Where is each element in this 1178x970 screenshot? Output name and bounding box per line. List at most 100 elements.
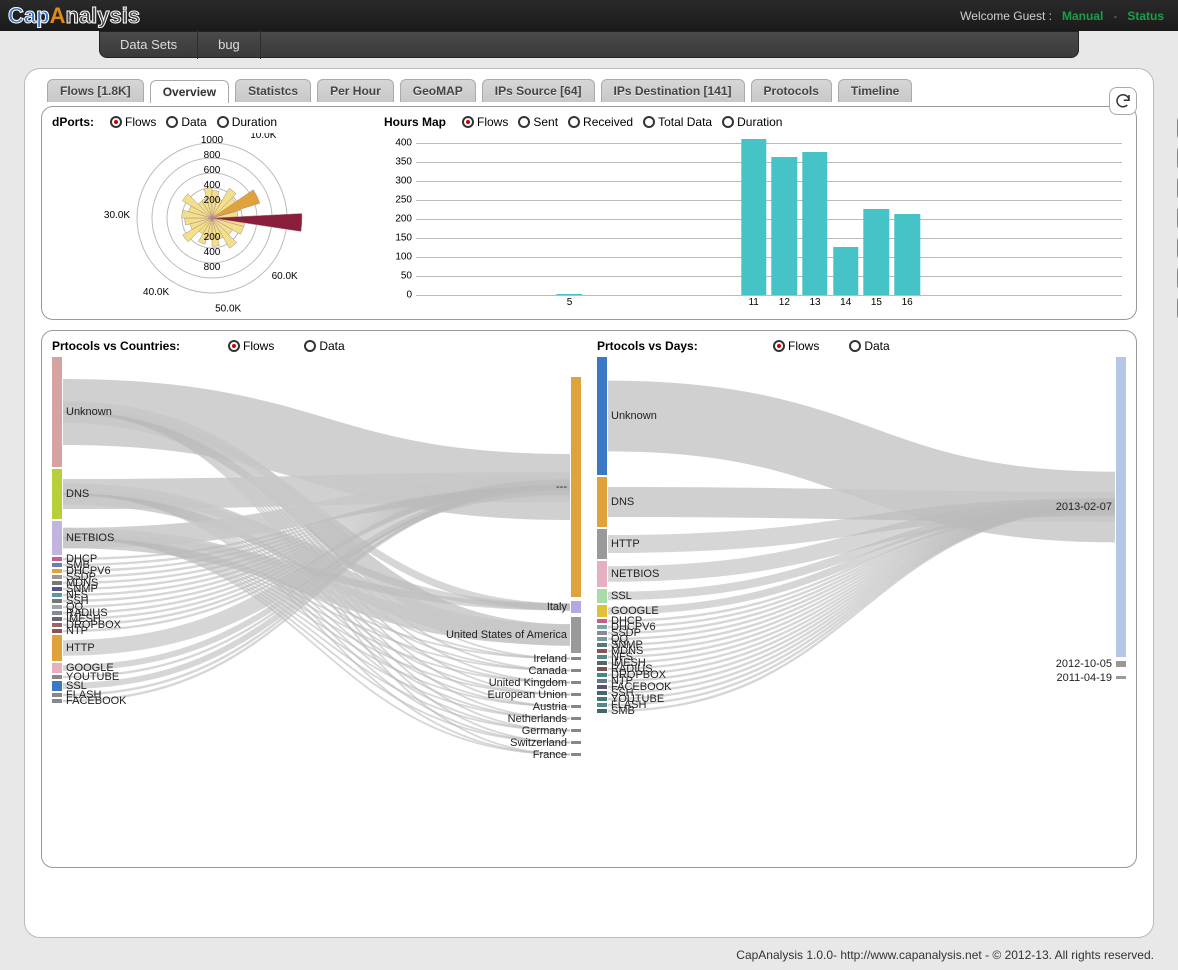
manual-link[interactable]: Manual xyxy=(1062,9,1103,23)
sankey-node[interactable] xyxy=(597,605,607,617)
sankey-node[interactable] xyxy=(571,601,581,613)
refresh-icon xyxy=(1114,92,1132,110)
sankey-node[interactable] xyxy=(597,643,607,647)
sankey-node[interactable] xyxy=(52,617,62,621)
sankey-node[interactable] xyxy=(597,619,607,623)
svg-text:200: 200 xyxy=(204,195,221,206)
sankey-node[interactable] xyxy=(52,569,62,573)
dports-chart: 200400600800100020040080010.0K20.0K30.0K… xyxy=(52,133,372,313)
sankey-node[interactable] xyxy=(52,593,62,597)
sankey-left-opt-flows[interactable]: Flows xyxy=(228,339,274,353)
tab-timeline[interactable]: Timeline xyxy=(838,79,912,102)
hours-bar xyxy=(864,209,889,295)
sankey-node[interactable] xyxy=(52,521,62,555)
dports-opt-data[interactable]: Data xyxy=(166,115,206,129)
sankey-node[interactable] xyxy=(52,699,62,703)
sankey-right-opt-data[interactable]: Data xyxy=(849,339,889,353)
separator: - xyxy=(1113,9,1117,23)
sankey-node[interactable] xyxy=(571,681,581,684)
sankey-node[interactable] xyxy=(571,693,581,696)
sankey-node[interactable] xyxy=(597,679,607,683)
sankey-protocols-days: Prtocols vs Days: Flows Data UnknownDNSH… xyxy=(597,339,1126,857)
sankey-node[interactable] xyxy=(52,575,62,579)
sankey-node[interactable] xyxy=(597,649,607,653)
hours-opt-total[interactable]: Total Data xyxy=(643,115,712,129)
sankey-node[interactable] xyxy=(597,631,607,635)
sankey-node[interactable] xyxy=(52,663,62,673)
hours-opt-received[interactable]: Received xyxy=(568,115,633,129)
sankey-node[interactable] xyxy=(52,599,62,603)
sankey-node[interactable] xyxy=(571,377,581,597)
sankey-node[interactable] xyxy=(52,693,62,697)
sankey-node[interactable] xyxy=(597,561,607,587)
sankey-node[interactable] xyxy=(597,625,607,629)
sankey-node[interactable] xyxy=(597,703,607,707)
sankey-node[interactable] xyxy=(52,675,62,679)
hours-opt-flows[interactable]: Flows xyxy=(462,115,508,129)
sankey-left-opt-data[interactable]: Data xyxy=(304,339,344,353)
sankey-node[interactable] xyxy=(52,469,62,519)
sankey-node[interactable] xyxy=(571,717,581,720)
sankey-node-label: NETBIOS xyxy=(611,568,659,580)
sankey-node[interactable] xyxy=(597,655,607,659)
hours-opt-sent[interactable]: Sent xyxy=(518,115,558,129)
tab-protocols[interactable]: Protocols xyxy=(751,79,832,102)
refresh-button[interactable] xyxy=(1109,87,1137,115)
sankey-node[interactable] xyxy=(571,741,581,744)
sankey-node[interactable] xyxy=(1116,661,1126,667)
sankey-node[interactable] xyxy=(597,667,607,671)
tab-perhour[interactable]: Per Hour xyxy=(317,79,394,102)
sankey-node[interactable] xyxy=(597,685,607,689)
tab-flows[interactable]: Flows [1.8K] xyxy=(47,79,144,102)
svg-text:600: 600 xyxy=(204,165,221,176)
tab-ips-source[interactable]: IPs Source [64] xyxy=(482,79,595,102)
sankey-node[interactable] xyxy=(571,753,581,756)
sankey-node-label: NETBIOS xyxy=(66,532,114,544)
sankey-node[interactable] xyxy=(52,635,62,661)
tab-geomap[interactable]: GeoMAP xyxy=(400,79,476,102)
sankey-node[interactable] xyxy=(571,669,581,672)
sankey-node[interactable] xyxy=(597,589,607,603)
sankey-node[interactable] xyxy=(1116,676,1126,679)
sankey-node[interactable] xyxy=(597,357,607,475)
sankey-node[interactable] xyxy=(52,357,62,467)
sankey-node[interactable] xyxy=(597,709,607,713)
tab-overview[interactable]: Overview xyxy=(150,80,229,103)
dports-opt-duration[interactable]: Duration xyxy=(217,115,277,129)
sankey-node[interactable] xyxy=(597,637,607,641)
sankey-node[interactable] xyxy=(52,611,62,615)
sankey-node[interactable] xyxy=(597,691,607,695)
sankey-node-label: DNS xyxy=(66,488,89,500)
sankey-node[interactable] xyxy=(571,657,581,660)
status-link[interactable]: Status xyxy=(1127,9,1164,23)
nav-datasets[interactable]: Data Sets xyxy=(100,30,198,59)
sankey-node[interactable] xyxy=(571,729,581,732)
sankey-node[interactable] xyxy=(52,557,62,561)
svg-text:30.0K: 30.0K xyxy=(104,210,130,221)
dports-opt-flows[interactable]: Flows xyxy=(110,115,156,129)
sankey-node[interactable] xyxy=(52,623,62,627)
sankey-node[interactable] xyxy=(52,681,62,691)
sankey-node[interactable] xyxy=(52,581,62,585)
sankey-node[interactable] xyxy=(52,587,62,591)
sankey-right-opt-flows[interactable]: Flows xyxy=(773,339,819,353)
svg-text:10.0K: 10.0K xyxy=(250,133,276,141)
sankey-node[interactable] xyxy=(571,705,581,708)
nav-bug[interactable]: bug xyxy=(198,30,261,59)
sankey-node[interactable] xyxy=(571,617,581,653)
tab-statistics[interactable]: Statistcs xyxy=(235,79,311,102)
sankey-node-label: Switzerland xyxy=(510,737,567,749)
hours-opt-duration[interactable]: Duration xyxy=(722,115,782,129)
sankey-node[interactable] xyxy=(1116,357,1126,657)
sankey-node[interactable] xyxy=(597,673,607,677)
sankey-node[interactable] xyxy=(597,661,607,665)
hours-bar xyxy=(772,157,797,295)
tab-ips-destination[interactable]: IPs Destination [141] xyxy=(601,79,745,102)
sankey-node[interactable] xyxy=(52,563,62,567)
sankey-node[interactable] xyxy=(597,477,607,527)
sankey-node[interactable] xyxy=(597,529,607,559)
sankey-node[interactable] xyxy=(52,629,62,633)
sankey-node[interactable] xyxy=(52,605,62,609)
sankey-node[interactable] xyxy=(597,697,607,701)
sankey-node-label: Unknown xyxy=(66,406,112,418)
